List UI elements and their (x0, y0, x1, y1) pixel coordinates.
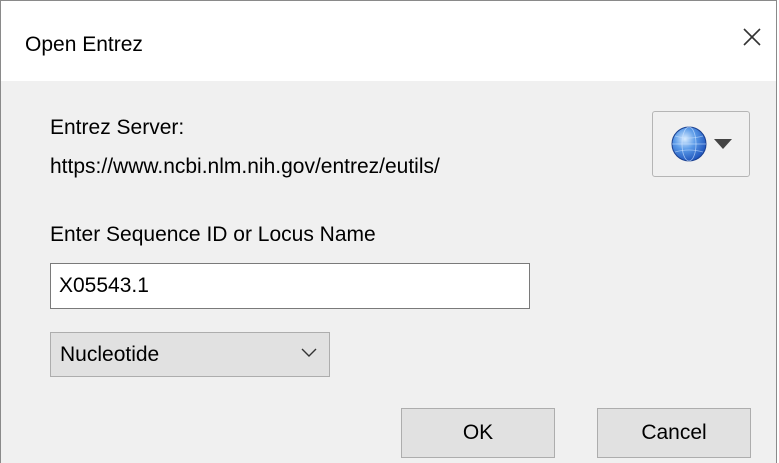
open-entrez-dialog: Open Entrez Entrez Server: https://www.n… (0, 0, 777, 463)
server-menu-button[interactable] (652, 111, 750, 177)
database-select[interactable]: Nucleotide (50, 332, 330, 377)
chevron-down-icon (301, 348, 317, 357)
caret-down-icon (714, 139, 732, 149)
sequence-id-label: Enter Sequence ID or Locus Name (50, 223, 376, 246)
title-bar: Open Entrez (1, 0, 776, 81)
sequence-id-input[interactable] (50, 263, 530, 309)
globe-icon (671, 126, 707, 162)
close-icon (743, 28, 761, 46)
server-label: Entrez Server: (50, 116, 185, 139)
server-url: https://www.ncbi.nlm.nih.gov/entrez/euti… (50, 155, 440, 178)
database-select-value: Nucleotide (60, 342, 160, 366)
close-button[interactable] (732, 17, 772, 57)
dialog-title: Open Entrez (25, 33, 143, 56)
cancel-button[interactable]: Cancel (597, 408, 751, 458)
ok-button[interactable]: OK (401, 408, 555, 458)
